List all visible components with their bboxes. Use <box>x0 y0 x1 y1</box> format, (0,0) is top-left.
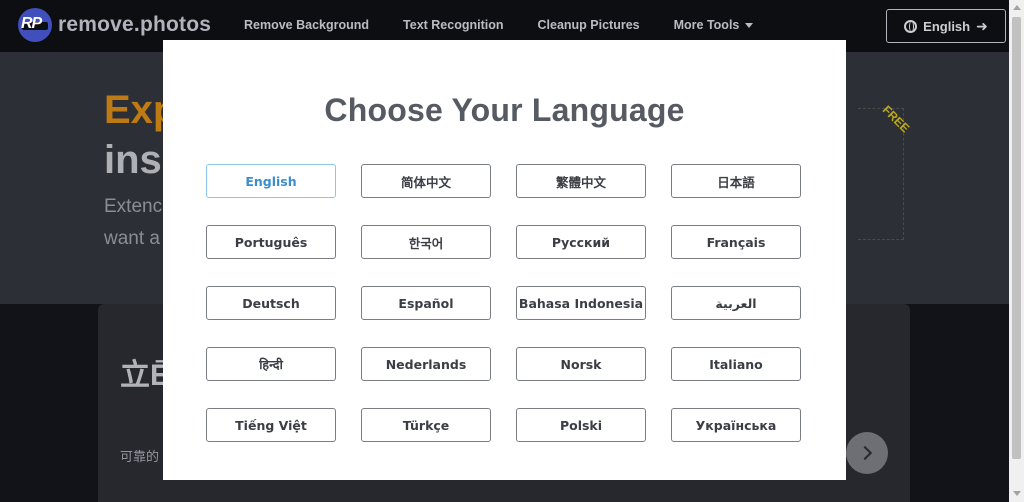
language-option[interactable]: العربية <box>671 286 801 320</box>
logo-mark-text: RP <box>21 15 42 32</box>
language-option[interactable]: 繁體中文 <box>516 164 646 198</box>
language-option[interactable]: Українська <box>671 408 801 442</box>
language-option[interactable]: Português <box>206 225 336 259</box>
language-option[interactable]: Nederlands <box>361 347 491 381</box>
language-option[interactable]: Bahasa Indonesia <box>516 286 646 320</box>
language-option[interactable]: Türkçe <box>361 408 491 442</box>
language-option[interactable]: Français <box>671 225 801 259</box>
scroll-up-icon[interactable] <box>1013 5 1021 10</box>
language-option[interactable]: Deutsch <box>206 286 336 320</box>
language-option[interactable]: Русский <box>516 225 646 259</box>
language-option[interactable]: 日本語 <box>671 164 801 198</box>
scroll-down-icon[interactable] <box>1013 491 1021 496</box>
language-option[interactable]: Norsk <box>516 347 646 381</box>
language-option[interactable]: Español <box>361 286 491 320</box>
language-option[interactable]: Italiano <box>671 347 801 381</box>
language-grid: English 简体中文 繁體中文 日本語 Português 한국어 Русский Fra… <box>206 164 801 442</box>
language-option[interactable]: हिन्दी <box>206 347 336 381</box>
language-option[interactable]: Polski <box>516 408 646 442</box>
language-option[interactable]: 한국어 <box>361 225 491 259</box>
scrollbar-thumb[interactable] <box>1012 17 1021 459</box>
language-modal: Choose Your Language English 简体中文 繁體中文 日本語 P… <box>163 40 846 480</box>
language-option[interactable]: 简体中文 <box>361 164 491 198</box>
language-option[interactable]: Tiếng Việt <box>206 408 336 442</box>
language-option[interactable]: English <box>206 164 336 198</box>
modal-title: Choose Your Language <box>324 92 685 128</box>
